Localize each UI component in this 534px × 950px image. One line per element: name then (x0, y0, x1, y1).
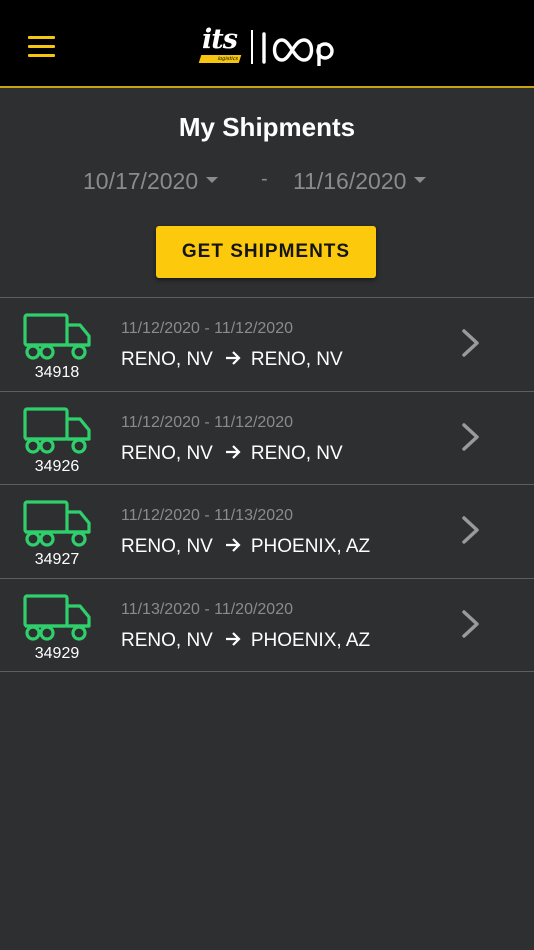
shipment-route: RENO, NV RENO, NV (121, 443, 343, 465)
origin-city: RENO, NV (121, 536, 213, 557)
caret-down-icon (206, 176, 219, 183)
shipment-dates: 11/12/2020 - 11/12/2020 (121, 320, 293, 337)
caret-down-icon (414, 176, 427, 183)
destination-city: PHOENIX, AZ (250, 629, 371, 651)
shipment-list: 34918 11/12/2020 - 11/12/2020 RENO, NV RE… (0, 297, 534, 672)
shipment-dates: 11/12/2020 - 11/12/2020 (121, 413, 293, 431)
destination-city: RENO, NV (250, 442, 343, 464)
date-to-value: 11/16/2020 (293, 168, 407, 194)
chevron-right-icon (462, 609, 479, 638)
origin-city: RENO, NV (121, 442, 213, 464)
logo-its-subtitle: logistics (198, 55, 242, 63)
origin-city: RENO, NV (121, 629, 213, 651)
shipment-row[interactable]: 34927 11/12/2020 - 11/13/2020 RENO, NV PH… (0, 485, 534, 579)
origin-city: RENO, NV (121, 349, 213, 370)
logo-its-text: its (202, 24, 238, 55)
shipment-number: 34927 (34, 551, 80, 568)
arrow-right-icon (225, 631, 241, 646)
chevron-right-icon (462, 516, 479, 544)
destination-city: PHOENIX, AZ (250, 536, 371, 557)
logo-loop-wordmark (262, 32, 334, 66)
shipment-row[interactable]: 34929 11/13/2020 - 11/20/2020 RENO, NV PH… (0, 579, 534, 672)
arrow-right-icon (225, 351, 241, 365)
truck-icon (23, 313, 91, 360)
arrow-right-icon (225, 538, 241, 552)
app-header: its logistics (0, 0, 534, 88)
shipment-route: RENO, NV PHOENIX, AZ (121, 536, 370, 558)
shipment-route: RENO, NV RENO, NV (121, 349, 343, 371)
app-logo: its logistics (198, 24, 338, 70)
date-separator: - (261, 168, 268, 190)
logo-divider (251, 30, 253, 64)
date-to-picker[interactable]: 11/16/2020 (293, 168, 427, 200)
truck-icon (23, 593, 91, 641)
date-from-value: 10/17/2020 (83, 168, 199, 194)
get-shipments-button[interactable]: GET SHIPMENTS (156, 226, 376, 278)
hamburger-menu-icon[interactable] (28, 36, 56, 58)
chevron-right-icon (462, 329, 479, 357)
destination-city: RENO, NV (250, 349, 343, 370)
shipment-route: RENO, NV PHOENIX, AZ (121, 630, 370, 652)
truck-icon (23, 500, 91, 547)
shipment-number: 34918 (34, 364, 80, 381)
date-from-picker[interactable]: 10/17/2020 (83, 168, 219, 200)
shipment-row[interactable]: 34918 11/12/2020 - 11/12/2020 RENO, NV RE… (0, 298, 534, 392)
shipment-dates: 11/12/2020 - 11/13/2020 (121, 507, 293, 524)
arrow-right-icon (225, 444, 241, 459)
truck-icon (23, 406, 91, 454)
shipment-number: 34926 (34, 457, 80, 475)
page-title: My Shipments (178, 112, 356, 142)
shipment-number: 34929 (34, 644, 80, 662)
chevron-right-icon (462, 422, 479, 451)
shipment-row[interactable]: 34926 11/12/2020 - 11/12/2020 RENO, NV RE… (0, 392, 534, 485)
shipment-dates: 11/13/2020 - 11/20/2020 (121, 600, 293, 618)
